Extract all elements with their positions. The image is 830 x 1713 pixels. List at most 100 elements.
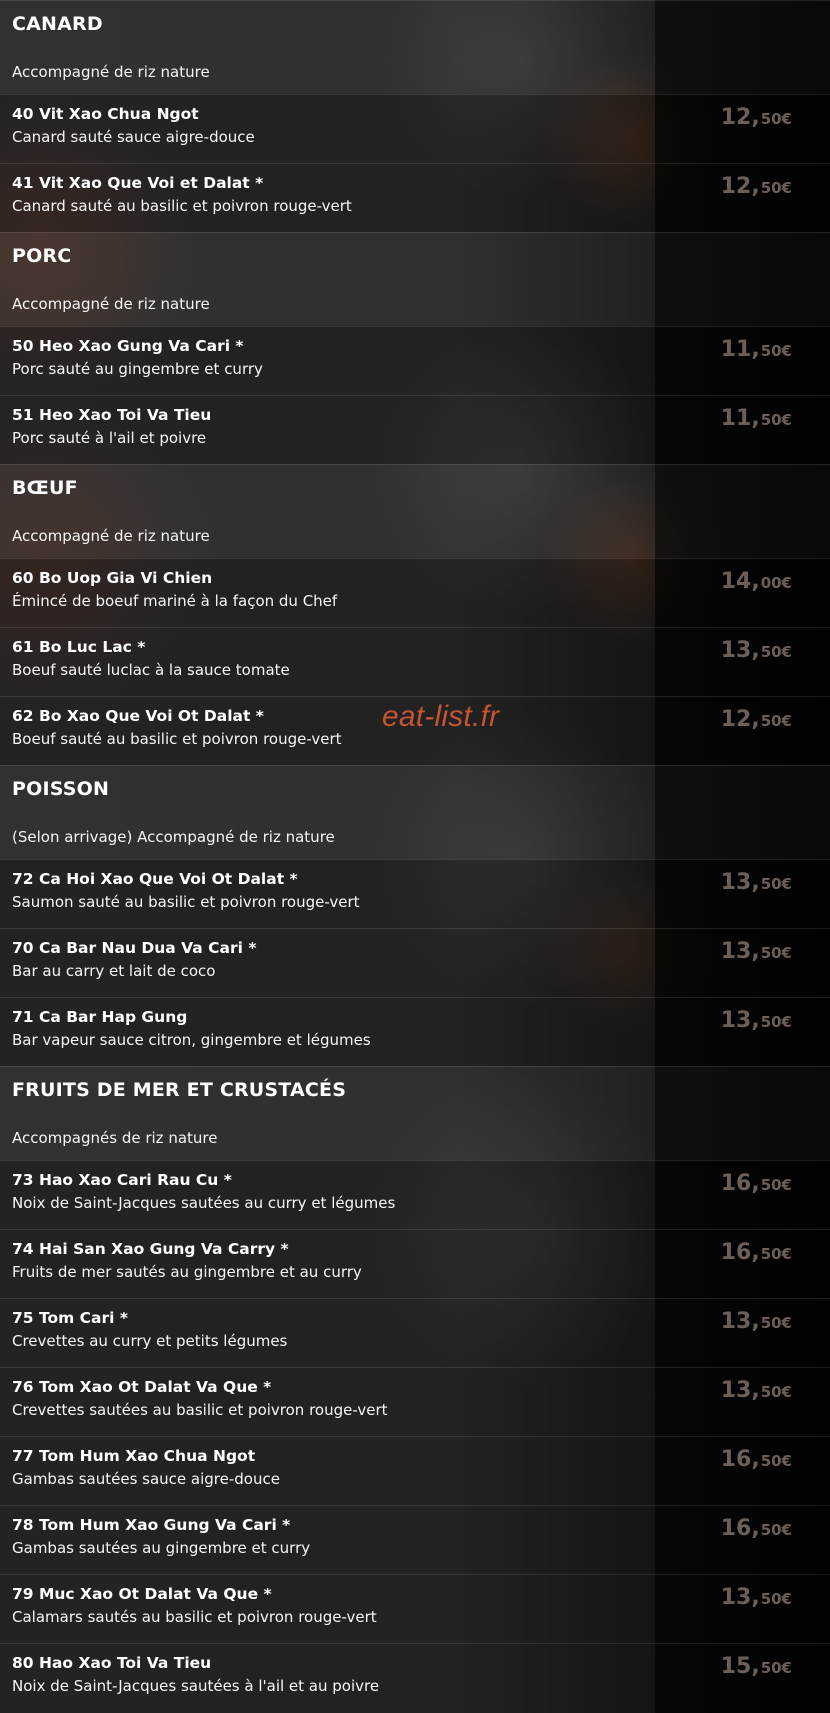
item-name: 70 Ca Bar Nau Dua Va Cari * [12, 939, 257, 957]
section-title: POISSON [12, 778, 110, 800]
price-integer: 13, [720, 939, 760, 964]
price-integer: 15, [720, 1654, 760, 1679]
item-name: 75 Tom Cari * [12, 1309, 128, 1327]
item-price: 15,50€ [721, 1656, 792, 1678]
menu-item-73: 73 Hao Xao Cari Rau Cu * Noix de Saint-J… [0, 1160, 830, 1229]
price-integer: 16, [720, 1447, 760, 1472]
section-header-porc: PORC Accompagné de riz nature [0, 232, 830, 326]
section-note: Accompagnés de riz nature [12, 1129, 218, 1147]
item-name: 61 Bo Luc Lac * [12, 638, 146, 656]
section-note: Accompagné de riz nature [12, 295, 210, 313]
item-price: 13,50€ [721, 1587, 792, 1609]
item-description: Bar vapeur sauce citron, gingembre et lé… [12, 1031, 371, 1049]
menu-item-71: 71 Ca Bar Hap Gung Bar vapeur sauce citr… [0, 997, 830, 1066]
menu: CANARD Accompagné de riz nature 40 Vit X… [0, 0, 830, 1713]
item-name: 73 Hao Xao Cari Rau Cu * [12, 1171, 232, 1189]
item-description: Émincé de boeuf mariné à la façon du Che… [12, 592, 338, 610]
watermark-text: eat-list.fr [382, 700, 500, 733]
item-description: Noix de Saint-Jacques sautées à l'ail et… [12, 1677, 380, 1695]
item-price: 16,50€ [721, 1242, 792, 1264]
price-decimal: 50€ [760, 411, 792, 429]
section-title: CANARD [12, 13, 103, 35]
menu-item-40: 40 Vit Xao Chua Ngot Canard sauté sauce … [0, 94, 830, 163]
menu-item-72: 72 Ca Hoi Xao Que Voi Ot Dalat * Saumon … [0, 859, 830, 928]
menu-item-50: 50 Heo Xao Gung Va Cari * Porc sauté au … [0, 326, 830, 395]
menu-item-76: 76 Tom Xao Ot Dalat Va Que * Crevettes s… [0, 1367, 830, 1436]
menu-item-61: 61 Bo Luc Lac * Boeuf sauté luclac à la … [0, 627, 830, 696]
item-name: 77 Tom Hum Xao Chua Ngot [12, 1447, 256, 1465]
price-integer: 13, [720, 1585, 760, 1610]
section-title: FRUITS DE MER ET CRUSTACÉS [12, 1079, 347, 1101]
item-description: Bar au carry et lait de coco [12, 962, 216, 980]
price-decimal: 50€ [760, 1383, 792, 1401]
menu-item-51: 51 Heo Xao Toi Va Tieu Porc sauté à l'ai… [0, 395, 830, 464]
section-note: Accompagné de riz nature [12, 63, 210, 81]
price-integer: 13, [720, 1309, 760, 1334]
price-integer: 11, [720, 337, 760, 362]
price-integer: 12, [720, 174, 760, 199]
price-decimal: 00€ [760, 574, 792, 592]
menu-item-79: 79 Muc Xao Ot Dalat Va Que * Calamars sa… [0, 1574, 830, 1643]
item-name: 74 Hai San Xao Gung Va Carry * [12, 1240, 289, 1258]
item-price: 11,50€ [721, 408, 792, 430]
item-description: Gambas sautées au gingembre et curry [12, 1539, 311, 1557]
item-price: 14,00€ [721, 571, 792, 593]
price-decimal: 50€ [760, 1590, 792, 1608]
price-integer: 16, [720, 1516, 760, 1541]
item-name: 51 Heo Xao Toi Va Tieu [12, 406, 212, 424]
price-decimal: 50€ [760, 342, 792, 360]
price-decimal: 50€ [760, 643, 792, 661]
price-integer: 11, [720, 406, 760, 431]
item-name: 60 Bo Uop Gia Vi Chien [12, 569, 213, 587]
item-name: 62 Bo Xao Que Voi Ot Dalat * [12, 707, 264, 725]
section-note: (Selon arrivage) Accompagné de riz natur… [12, 828, 335, 846]
item-price: 12,50€ [721, 107, 792, 129]
item-description: Noix de Saint-Jacques sautées au curry e… [12, 1194, 396, 1212]
item-description: Boeuf sauté au basilic et poivron rouge-… [12, 730, 342, 748]
price-decimal: 50€ [760, 1176, 792, 1194]
item-price: 13,50€ [721, 640, 792, 662]
price-decimal: 50€ [760, 179, 792, 197]
price-integer: 13, [720, 1008, 760, 1033]
section-note: Accompagné de riz nature [12, 527, 210, 545]
item-description: Crevettes au curry et petits légumes [12, 1332, 288, 1350]
item-name: 50 Heo Xao Gung Va Cari * [12, 337, 244, 355]
price-decimal: 50€ [760, 1245, 792, 1263]
item-name: 72 Ca Hoi Xao Que Voi Ot Dalat * [12, 870, 298, 888]
item-price: 13,50€ [721, 1380, 792, 1402]
price-decimal: 50€ [760, 1314, 792, 1332]
item-name: 80 Hao Xao Toi Va Tieu [12, 1654, 212, 1672]
price-integer: 13, [720, 870, 760, 895]
item-price: 12,50€ [721, 709, 792, 731]
price-decimal: 50€ [760, 1521, 792, 1539]
item-price: 13,50€ [721, 941, 792, 963]
item-price: 13,50€ [721, 1311, 792, 1333]
price-integer: 13, [720, 1378, 760, 1403]
item-description: Porc sauté à l'ail et poivre [12, 429, 207, 447]
price-integer: 12, [720, 707, 760, 732]
menu-item-75: 75 Tom Cari * Crevettes au curry et peti… [0, 1298, 830, 1367]
item-name: 76 Tom Xao Ot Dalat Va Que * [12, 1378, 272, 1396]
menu-item-80: 80 Hao Xao Toi Va Tieu Noix de Saint-Jac… [0, 1643, 830, 1713]
item-price: 16,50€ [721, 1449, 792, 1471]
menu-item-78: 78 Tom Hum Xao Gung Va Cari * Gambas sau… [0, 1505, 830, 1574]
item-description: Porc sauté au gingembre et curry [12, 360, 263, 378]
item-description: Calamars sautés au basilic et poivron ro… [12, 1608, 377, 1626]
item-price: 13,50€ [721, 1010, 792, 1032]
item-price: 16,50€ [721, 1518, 792, 1540]
price-decimal: 50€ [760, 875, 792, 893]
item-description: Boeuf sauté luclac à la sauce tomate [12, 661, 290, 679]
price-integer: 12, [720, 105, 760, 130]
price-integer: 16, [720, 1240, 760, 1265]
item-name: 41 Vit Xao Que Voi et Dalat * [12, 174, 264, 192]
item-price: 13,50€ [721, 872, 792, 894]
item-name: 79 Muc Xao Ot Dalat Va Que * [12, 1585, 272, 1603]
menu-item-41: 41 Vit Xao Que Voi et Dalat * Canard sau… [0, 163, 830, 232]
item-description: Canard sauté au basilic et poivron rouge… [12, 197, 352, 215]
price-decimal: 50€ [760, 110, 792, 128]
item-description: Fruits de mer sautés au gingembre et au … [12, 1263, 362, 1281]
menu-item-70: 70 Ca Bar Nau Dua Va Cari * Bar au carry… [0, 928, 830, 997]
price-decimal: 50€ [760, 1452, 792, 1470]
menu-item-60: 60 Bo Uop Gia Vi Chien Émincé de boeuf m… [0, 558, 830, 627]
item-name: 71 Ca Bar Hap Gung [12, 1008, 188, 1026]
